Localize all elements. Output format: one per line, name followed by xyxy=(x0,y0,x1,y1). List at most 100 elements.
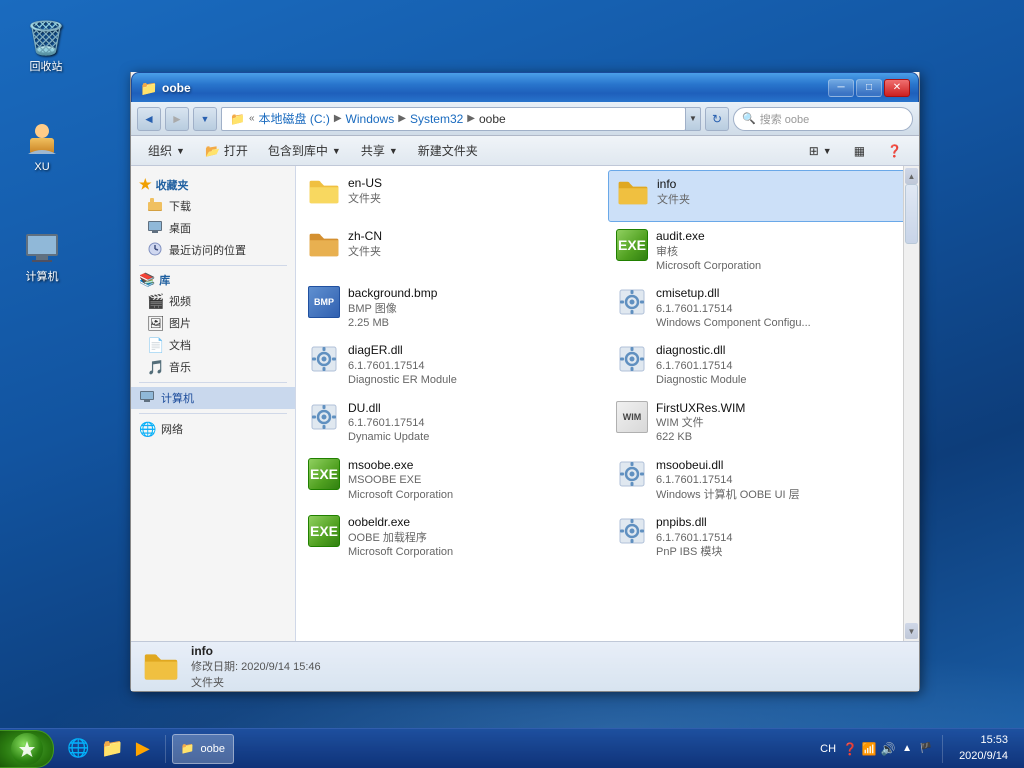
file-item-background-bmp[interactable]: BMP background.bmp BMP 图像 2.25 MB xyxy=(300,280,607,336)
desktop-label: 桌面 xyxy=(169,220,191,236)
sidebar-item-document[interactable]: 📄 文档 xyxy=(131,334,295,356)
taskbar-ie-button[interactable]: 🌐 xyxy=(62,734,94,764)
include-library-button[interactable]: 包含到库中 ▼ xyxy=(259,139,350,163)
minimize-button[interactable]: ─ xyxy=(828,79,854,97)
file-info-cmisetup-dll: cmisetup.dll 6.1.7601.17514 Windows Comp… xyxy=(656,286,907,330)
file-name-msoobe-exe: msoobe.exe xyxy=(348,458,599,474)
desktop-icon-user[interactable]: XU xyxy=(10,118,74,174)
video-icon: 🎬 xyxy=(147,293,163,309)
help-button[interactable]: ❓ xyxy=(878,139,911,163)
computer-nav-icon xyxy=(139,390,155,406)
sidebar-item-video[interactable]: 🎬 视频 xyxy=(131,290,295,312)
status-detail-2: 文件夹 xyxy=(191,674,321,690)
taskbar-explorer-button[interactable]: 📁 xyxy=(96,734,128,764)
tray-notify-icon[interactable]: 🏴 xyxy=(918,741,934,757)
gear-icon-diagnostic xyxy=(616,343,648,375)
start-button[interactable] xyxy=(0,730,54,768)
share-button[interactable]: 共享 ▼ xyxy=(352,139,407,163)
open-button[interactable]: 📂 打开 xyxy=(196,139,257,163)
forward-button[interactable]: ► xyxy=(165,107,189,131)
new-folder-button[interactable]: 新建文件夹 xyxy=(409,139,487,163)
file-name-info: info xyxy=(657,177,906,193)
organize-button[interactable]: 组织 ▼ xyxy=(139,139,194,163)
tray-ch-label[interactable]: CH xyxy=(817,741,839,757)
search-icon: 🔍 xyxy=(742,112,756,125)
file-item-diagER-dll[interactable]: diagER.dll 6.1.7601.17514 Diagnostic ER … xyxy=(300,337,607,393)
recycle-bin-label: 回收站 xyxy=(30,61,63,74)
file-meta-cmisetup-dll-2: Windows Component Configu... xyxy=(656,316,907,330)
recent-locations-button[interactable]: ▼ xyxy=(193,107,217,131)
nav-section-favorites: ★ 收藏夹 下载 桌面 xyxy=(131,174,295,261)
computer-label: 计算机 xyxy=(26,271,59,284)
back-button[interactable]: ◄ xyxy=(137,107,161,131)
scrollbar-up-button[interactable]: ▲ xyxy=(905,168,918,184)
desktop-icon-computer[interactable]: 计算机 xyxy=(10,228,74,284)
status-info: info 修改日期: 2020/9/14 15:46 文件夹 xyxy=(191,644,321,690)
file-item-msoobeui-dll[interactable]: msoobeui.dll 6.1.7601.17514 Windows 计算机 … xyxy=(608,452,915,508)
path-windows[interactable]: Windows xyxy=(346,112,395,126)
file-meta-en-US: 文件夹 xyxy=(348,192,599,206)
path-c[interactable]: 本地磁盘 (C:) xyxy=(259,110,330,127)
preview-button[interactable]: ▦ xyxy=(845,139,874,163)
file-meta-cmisetup-dll-1: 6.1.7601.17514 xyxy=(656,302,907,316)
file-item-msoobe-exe[interactable]: EXE msoobe.exe MSOOBE EXE Microsoft Corp… xyxy=(300,452,607,508)
search-box[interactable]: 🔍 搜索 oobe xyxy=(733,107,913,131)
video-label: 视频 xyxy=(169,293,191,309)
view-icon: ⊞ xyxy=(809,144,819,158)
scrollbar-thumb[interactable] xyxy=(905,184,918,244)
taskbar-clock[interactable]: 15:53 2020/9/14 xyxy=(951,733,1016,764)
file-item-diagnostic-dll[interactable]: diagnostic.dll 6.1.7601.17514 Diagnostic… xyxy=(608,337,915,393)
close-button[interactable]: ✕ xyxy=(884,79,910,97)
file-meta-DU-dll-2: Dynamic Update xyxy=(348,430,599,444)
file-item-en-US[interactable]: en-US 文件夹 xyxy=(300,170,607,222)
view-button[interactable]: ⊞ ▼ xyxy=(800,139,841,163)
file-item-pnpibs-dll[interactable]: pnpibs.dll 6.1.7601.17514 PnP IBS 模块 xyxy=(608,509,915,565)
file-info-en-US: en-US 文件夹 xyxy=(348,176,599,206)
library-header[interactable]: 📚 库 xyxy=(131,270,295,290)
sidebar-item-picture[interactable]: 🖼 图片 xyxy=(131,312,295,334)
taskbar-window-item[interactable]: 📁 oobe xyxy=(172,734,234,764)
desktop-icon-recycle-bin[interactable]: 🗑️ 回收站 xyxy=(14,18,78,74)
sidebar-item-desktop[interactable]: 桌面 xyxy=(131,217,295,239)
taskbar-items: 🌐 📁 ▶ 📁 oobe xyxy=(58,729,809,768)
share-label: 共享 xyxy=(361,142,385,159)
refresh-button[interactable]: ↻ xyxy=(705,107,729,131)
sidebar-item-recent[interactable]: 最近访问的位置 xyxy=(131,239,295,261)
taskbar-media-button[interactable]: ▶ xyxy=(131,734,159,764)
music-icon: 🎵 xyxy=(147,359,163,375)
title-bar-buttons: ─ □ ✕ xyxy=(828,79,910,97)
taskbar-window-label: oobe xyxy=(201,743,225,755)
path-oobe: oobe xyxy=(479,112,506,126)
tray-question-icon[interactable]: ❓ xyxy=(842,741,858,757)
download-icon xyxy=(147,198,163,214)
path-sep-3: ▶ xyxy=(398,113,406,124)
address-dropdown-button[interactable]: ▼ xyxy=(685,107,701,131)
file-item-cmisetup-dll[interactable]: cmisetup.dll 6.1.7601.17514 Windows Comp… xyxy=(608,280,915,336)
maximize-button[interactable]: □ xyxy=(856,79,882,97)
library-label: 库 xyxy=(159,272,170,288)
sidebar-item-download[interactable]: 下载 xyxy=(131,195,295,217)
sidebar-item-music[interactable]: 🎵 音乐 xyxy=(131,356,295,378)
file-name-msoobeui-dll: msoobeui.dll xyxy=(656,458,907,474)
file-item-audit-exe[interactable]: EXE audit.exe 审核 Microsoft Corporation xyxy=(608,223,915,279)
file-item-oobeldr-exe[interactable]: EXE oobeldr.exe OOBE 加载程序 Microsoft Corp… xyxy=(300,509,607,565)
new-folder-label: 新建文件夹 xyxy=(418,142,478,159)
sidebar-item-computer[interactable]: 计算机 xyxy=(131,387,295,409)
file-item-FirstUXRes-wim[interactable]: WIM FirstUXRes.WIM WIM 文件 622 KB xyxy=(608,395,915,451)
path-system32[interactable]: System32 xyxy=(410,112,463,126)
title-bar: 📁 oobe ─ □ ✕ xyxy=(131,72,919,102)
tray-network-icon[interactable]: 📶 xyxy=(861,741,877,757)
scrollbar-down-button[interactable]: ▼ xyxy=(905,623,918,639)
file-info-DU-dll: DU.dll 6.1.7601.17514 Dynamic Update xyxy=(348,401,599,445)
library-icon: 📚 xyxy=(139,272,155,288)
tray-arrow-icon[interactable]: ▲ xyxy=(899,741,915,757)
sidebar-item-network[interactable]: 🌐 网络 xyxy=(131,418,295,440)
file-item-info[interactable]: info 文件夹 xyxy=(608,170,915,222)
tray-sound-icon[interactable]: 🔊 xyxy=(880,741,896,757)
file-item-zh-CN[interactable]: zh-CN 文件夹 xyxy=(300,223,607,279)
folder-icon-en-US xyxy=(308,176,340,208)
favorites-header[interactable]: ★ 收藏夹 xyxy=(131,174,295,195)
document-icon: 📄 xyxy=(147,337,163,353)
file-item-DU-dll[interactable]: DU.dll 6.1.7601.17514 Dynamic Update xyxy=(300,395,607,451)
scrollbar-track[interactable]: ▲ ▼ xyxy=(903,166,919,641)
